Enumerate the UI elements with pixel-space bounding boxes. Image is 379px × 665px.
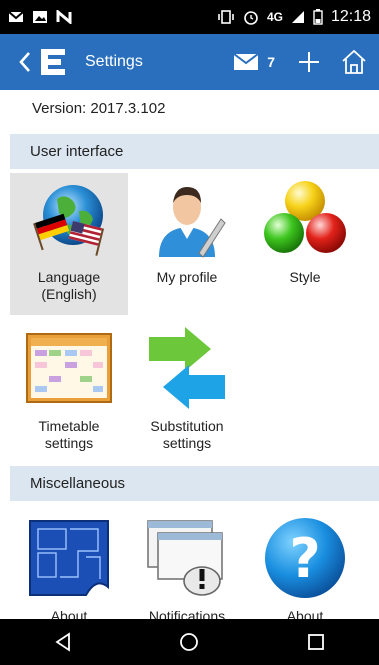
substitution-label-line2: settings bbox=[162, 435, 212, 451]
style-tile[interactable]: Style bbox=[246, 173, 364, 315]
language-label: Language (English) bbox=[38, 269, 100, 303]
home-circle-icon[interactable] bbox=[169, 622, 209, 662]
notification-windows-icon bbox=[128, 512, 246, 604]
app-bar: Settings 7 bbox=[0, 34, 379, 90]
color-balls-icon bbox=[246, 173, 364, 265]
timetable-settings-label: Timetable settings bbox=[39, 418, 100, 452]
battery-icon bbox=[313, 9, 323, 25]
back-triangle-icon[interactable] bbox=[43, 622, 83, 662]
substitution-settings-label: Substitution settings bbox=[150, 418, 223, 452]
help-question-icon: ? bbox=[246, 512, 364, 604]
timetable-settings-tile[interactable]: Timetable settings bbox=[10, 322, 128, 464]
svg-text:?: ? bbox=[289, 527, 320, 590]
home-icon[interactable] bbox=[339, 47, 369, 77]
substitution-settings-tile[interactable]: Substitution settings bbox=[128, 322, 246, 464]
timetable-label-line1: Timetable bbox=[38, 418, 100, 434]
network-type: 4G bbox=[266, 10, 283, 24]
recents-square-icon[interactable] bbox=[296, 622, 336, 662]
section-header-miscellaneous: Miscellaneous bbox=[10, 466, 379, 501]
timetable-label-line2: settings bbox=[44, 435, 94, 451]
globe-flags-icon bbox=[10, 173, 128, 265]
mail-icon[interactable] bbox=[232, 52, 260, 72]
alarm-icon bbox=[243, 9, 259, 25]
chevron-left-icon[interactable] bbox=[14, 34, 36, 90]
my-profile-label: My profile bbox=[156, 269, 218, 285]
nfc-icon bbox=[56, 10, 72, 24]
blueprint-icon bbox=[10, 512, 128, 604]
page-title: Settings bbox=[85, 53, 143, 70]
language-tile[interactable]: Language (English) bbox=[10, 173, 128, 315]
message-count-badge: 7 bbox=[267, 54, 275, 70]
user-profile-icon bbox=[128, 173, 246, 265]
add-icon[interactable] bbox=[297, 50, 321, 74]
language-label-line2: (English) bbox=[41, 286, 97, 302]
version-text: Version: 2017.3.102 bbox=[32, 100, 166, 117]
timetable-icon bbox=[10, 322, 128, 414]
gmail-icon bbox=[8, 10, 24, 24]
vibrate-icon bbox=[217, 10, 235, 24]
language-label-line1: Language bbox=[37, 269, 101, 285]
style-label: Style bbox=[289, 269, 321, 285]
substitution-label-line1: Substitution bbox=[150, 418, 224, 434]
swap-arrows-icon bbox=[128, 322, 246, 414]
system-nav-bar bbox=[0, 619, 379, 665]
signal-icon bbox=[291, 10, 305, 24]
gallery-icon bbox=[32, 10, 48, 24]
status-time: 12:18 bbox=[330, 8, 371, 25]
my-profile-tile[interactable]: My profile bbox=[128, 173, 246, 315]
status-bar: 4G 12:18 bbox=[0, 0, 379, 34]
section-header-user-interface: User interface bbox=[10, 134, 379, 169]
app-logo[interactable] bbox=[38, 46, 68, 78]
